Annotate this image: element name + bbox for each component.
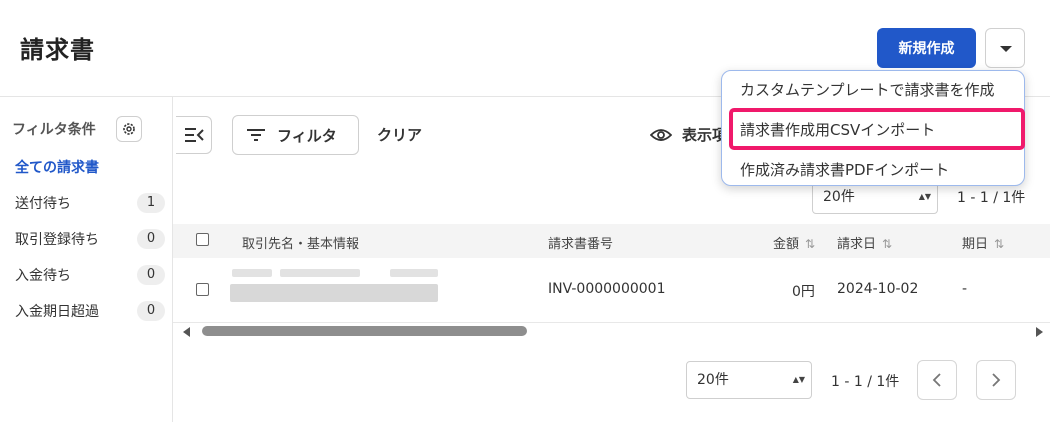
column-header-label: 期日: [962, 237, 989, 252]
invoice-amount: 0円: [792, 284, 815, 300]
sidebar-item-label: 入金待ち: [15, 268, 71, 284]
count-badge: 0: [137, 265, 165, 285]
filter-button[interactable]: フィルタ: [232, 115, 359, 155]
page-size-select-bottom[interactable]: 20件 ▲▼: [686, 361, 812, 399]
new-invoice-button[interactable]: 新規作成: [877, 28, 976, 68]
sort-icon[interactable]: ⇅: [994, 237, 1004, 251]
sidebar-item-payment-overdue[interactable]: 入金期日超過 0: [15, 299, 165, 323]
highlight-box: [729, 108, 1025, 150]
next-page-button[interactable]: [976, 360, 1016, 400]
result-count-top: 1 - 1 / 1件: [957, 190, 1026, 206]
scrollbar-thumb[interactable]: [202, 326, 527, 336]
collapse-sidebar-icon: [184, 128, 204, 142]
count-badge: 0: [137, 301, 165, 321]
sidebar-item-label: 全ての請求書: [15, 160, 99, 176]
count-badge: 1: [137, 193, 165, 213]
invoice-date: 2024-10-02: [837, 281, 919, 297]
row-checkbox[interactable]: [196, 283, 209, 296]
column-header-label: 請求日: [837, 237, 877, 252]
sidebar-item-label: 送付待ち: [15, 196, 71, 212]
horizontal-scrollbar[interactable]: [183, 325, 1043, 339]
column-header-due-date[interactable]: 期日 ⇅: [962, 233, 1004, 252]
page-size-value: 20件: [823, 189, 855, 205]
sidebar-item-all-invoices[interactable]: 全ての請求書: [15, 155, 165, 179]
select-arrows-icon: ▲▼: [792, 375, 805, 384]
column-header-invoice-number: 請求書番号: [548, 237, 614, 252]
new-invoice-dropdown-toggle[interactable]: [985, 28, 1025, 68]
sidebar-item-awaiting-send[interactable]: 送付待ち 1: [15, 191, 165, 215]
filter-settings-button[interactable]: [116, 116, 142, 142]
sort-icon[interactable]: ⇅: [882, 237, 892, 251]
gear-icon: [123, 123, 135, 135]
sidebar-item-label: 入金期日超過: [15, 304, 99, 320]
column-header-amount[interactable]: 金額 ⇅: [773, 233, 815, 252]
invoice-number[interactable]: INV-0000000001: [548, 281, 665, 297]
column-header-label: 金額: [773, 237, 800, 252]
eye-icon: [650, 128, 672, 141]
filter-conditions-title: フィルタ条件: [12, 122, 96, 138]
scroll-right-arrow-icon[interactable]: [1036, 327, 1043, 337]
select-all-checkbox[interactable]: [196, 233, 209, 246]
scroll-left-arrow-icon[interactable]: [183, 327, 190, 337]
clear-button[interactable]: クリア: [377, 124, 422, 145]
page-size-value: 20件: [697, 372, 729, 388]
column-header-invoice-date[interactable]: 請求日 ⇅: [837, 233, 892, 252]
menu-item-pdf-import[interactable]: 作成済み請求書PDFインポート: [740, 159, 949, 180]
chevron-right-icon: [992, 373, 1001, 387]
sidebar-item-label: 取引登録待ち: [15, 232, 99, 248]
filter-icon: [247, 129, 265, 141]
sort-icon[interactable]: ⇅: [805, 237, 815, 251]
sidebar-item-awaiting-registration[interactable]: 取引登録待ち 0: [15, 227, 165, 251]
page-title: 請求書: [20, 36, 95, 64]
row-divider: [173, 322, 1050, 323]
chevron-down-icon: [1000, 46, 1012, 52]
menu-item-custom-template[interactable]: カスタムテンプレートで請求書を作成: [740, 79, 995, 100]
previous-page-button[interactable]: [917, 360, 957, 400]
count-badge: 0: [137, 229, 165, 249]
invoice-due-date: -: [962, 281, 968, 297]
filter-button-label: フィルタ: [277, 126, 337, 145]
chevron-left-icon: [932, 373, 941, 387]
collapse-sidebar-button[interactable]: [176, 116, 212, 154]
result-count-bottom: 1 - 1 / 1件: [831, 374, 900, 390]
sidebar-divider: [172, 97, 173, 422]
sidebar-item-awaiting-payment[interactable]: 入金待ち 0: [15, 263, 165, 287]
column-header-client: 取引先名・基本情報: [242, 237, 360, 252]
